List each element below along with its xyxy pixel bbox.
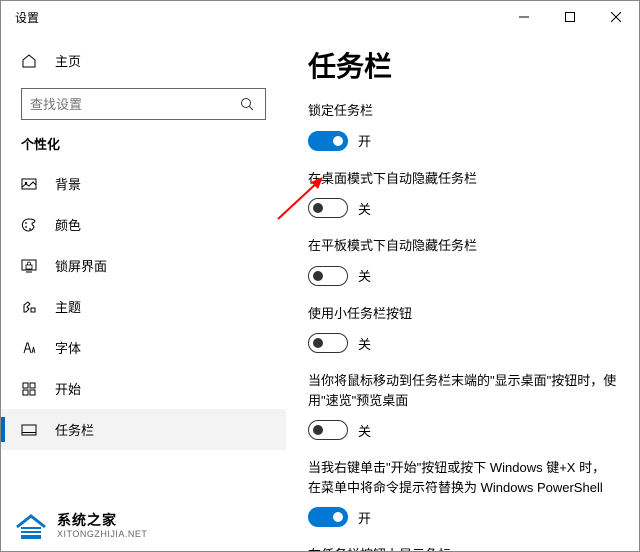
setting-item: 当我右键单击"开始"按钮或按下 Windows 键+X 时，在菜单中将命令提示符…	[308, 458, 617, 527]
home-icon	[21, 53, 37, 69]
maximize-button[interactable]	[547, 1, 593, 33]
page-title: 任务栏	[308, 45, 617, 85]
nav-label: 开始	[55, 379, 81, 398]
setting-label: 当我右键单击"开始"按钮或按下 Windows 键+X 时，在菜单中将命令提示符…	[308, 458, 617, 497]
home-label: 主页	[55, 51, 81, 70]
maximize-icon	[565, 12, 575, 22]
toggle-switch[interactable]	[308, 131, 348, 151]
nav-item-start[interactable]: 开始	[1, 368, 286, 409]
toggle-state-label: 关	[358, 266, 371, 285]
watermark-name: 系统之家	[57, 512, 147, 529]
close-button[interactable]	[593, 1, 639, 33]
nav-item-themes[interactable]: 主题	[1, 286, 286, 327]
picture-icon	[21, 176, 37, 192]
setting-item: 锁定任务栏开	[308, 101, 617, 151]
minimize-button[interactable]	[501, 1, 547, 33]
nav-label: 主题	[55, 297, 81, 316]
titlebar: 设置	[1, 1, 639, 33]
lockscreen-icon	[21, 258, 37, 274]
setting-item: 使用小任务栏按钮关	[308, 304, 617, 354]
toggle-switch[interactable]	[308, 266, 348, 286]
toggle-switch[interactable]	[308, 420, 348, 440]
watermark-url: XITONGZHIJIA.NET	[57, 529, 147, 540]
nav-item-fonts[interactable]: 字体	[1, 327, 286, 368]
nav-label: 任务栏	[55, 420, 94, 439]
nav-label: 锁屏界面	[55, 256, 107, 275]
home-nav[interactable]: 主页	[1, 41, 286, 80]
toggle-state-label: 关	[358, 199, 371, 218]
toggle-state-label: 关	[358, 334, 371, 353]
font-icon	[21, 340, 37, 356]
setting-label: 在任务栏按钮上显示角标	[308, 545, 617, 551]
main-panel: 任务栏 锁定任务栏开在桌面模式下自动隐藏任务栏关在平板模式下自动隐藏任务栏关使用…	[286, 33, 639, 551]
toggle-state-label: 开	[358, 508, 371, 527]
setting-item: 当你将鼠标移动到任务栏末端的"显示桌面"按钮时，使用"速览"预览桌面关	[308, 371, 617, 440]
nav-list: 背景 颜色 锁屏界面 主题 字体 开始	[1, 163, 286, 450]
toggle-switch[interactable]	[308, 333, 348, 353]
nav-item-taskbar[interactable]: 任务栏	[1, 409, 286, 450]
toggle-switch[interactable]	[308, 507, 348, 527]
search-input[interactable]	[30, 97, 237, 112]
setting-label: 当你将鼠标移动到任务栏末端的"显示桌面"按钮时，使用"速览"预览桌面	[308, 371, 617, 410]
setting-item: 在桌面模式下自动隐藏任务栏关	[308, 169, 617, 219]
window-title: 设置	[15, 9, 39, 26]
watermark-logo-icon	[13, 511, 49, 541]
setting-item: 在任务栏按钮上显示角标开	[308, 545, 617, 551]
minimize-icon	[519, 12, 529, 22]
window-controls	[501, 1, 639, 33]
start-icon	[21, 381, 37, 397]
toggle-state-label: 开	[358, 131, 371, 150]
nav-label: 字体	[55, 338, 81, 357]
nav-item-background[interactable]: 背景	[1, 163, 286, 204]
nav-item-lockscreen[interactable]: 锁屏界面	[1, 245, 286, 286]
setting-item: 在平板模式下自动隐藏任务栏关	[308, 236, 617, 286]
themes-icon	[21, 299, 37, 315]
search-box[interactable]	[21, 88, 266, 120]
close-icon	[611, 12, 621, 22]
setting-label: 锁定任务栏	[308, 101, 617, 121]
nav-label: 背景	[55, 174, 81, 193]
setting-label: 在桌面模式下自动隐藏任务栏	[308, 169, 617, 189]
taskbar-icon	[21, 422, 37, 438]
nav-item-colors[interactable]: 颜色	[1, 204, 286, 245]
sidebar: 主页 个性化 背景 颜色 锁屏界面	[1, 33, 286, 551]
toggle-switch[interactable]	[308, 198, 348, 218]
search-icon	[237, 97, 257, 111]
category-label: 个性化	[1, 134, 286, 163]
watermark: 系统之家 XITONGZHIJIA.NET	[13, 511, 147, 541]
setting-label: 在平板模式下自动隐藏任务栏	[308, 236, 617, 256]
palette-icon	[21, 217, 37, 233]
toggle-state-label: 关	[358, 421, 371, 440]
setting-label: 使用小任务栏按钮	[308, 304, 617, 324]
nav-label: 颜色	[55, 215, 81, 234]
